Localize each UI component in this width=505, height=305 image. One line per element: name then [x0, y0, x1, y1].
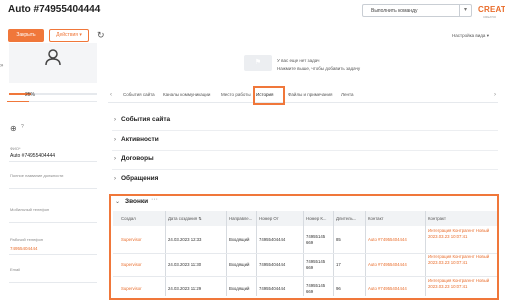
field-label-fio: ФИО*	[10, 146, 21, 151]
chevron-right-icon: ›	[114, 117, 116, 123]
cell-duration: 96	[336, 286, 341, 291]
column-header[interactable]: Контакт	[368, 216, 383, 221]
field-divider	[9, 161, 97, 162]
chevron-down-icon: ▾	[79, 32, 82, 38]
cell-created-by[interactable]: Supervisor	[121, 286, 142, 292]
command-placeholder: Выполнить команду	[371, 8, 418, 14]
chevron-down-icon: ⌄	[115, 199, 121, 205]
calls-title: Звонки	[125, 198, 149, 205]
page-title: Auto #74955404444	[8, 4, 101, 15]
field-divider	[9, 222, 97, 223]
avatar-icon	[45, 49, 61, 66]
column-header[interactable]: Длитель...	[336, 216, 356, 221]
detail-tabs: События сайта Каналы коммуникации Место …	[108, 89, 498, 103]
chevron-right-icon: ›	[114, 176, 116, 182]
view-settings-button[interactable]: Настройка вида ▾	[452, 33, 489, 39]
cell-contact[interactable]: Auto #74955404444	[368, 262, 407, 268]
command-input[interactable]: Выполнить команду ▾	[362, 4, 472, 17]
section-divider	[112, 150, 498, 151]
tab-site-events[interactable]: События сайта	[123, 92, 155, 97]
section-site-events[interactable]: › События сайта	[114, 116, 170, 123]
column-header[interactable]: Контракт	[428, 216, 446, 221]
tab-workplace[interactable]: Место работы	[221, 92, 251, 97]
cell-from: 74955404444	[259, 237, 286, 242]
cell-duration: 85	[336, 237, 341, 242]
expand-arrows-icon[interactable]: »	[0, 63, 3, 69]
cell-duration: 17	[336, 262, 341, 267]
column-header[interactable]: Номер К...	[306, 216, 327, 221]
tasks-empty-line2: Нажмите выше, чтобы добавить задачу	[277, 66, 361, 71]
section-contracts[interactable]: › Договоры	[114, 155, 154, 162]
chevron-right-icon: ›	[114, 137, 116, 143]
close-button[interactable]: Закрыть	[8, 29, 44, 42]
chevron-right-icon[interactable]: ›	[494, 92, 496, 98]
field-label-mobile: Мобильный телефон	[10, 207, 50, 212]
section-site-events-label: События сайта	[121, 116, 171, 123]
section-cases-label: Обращения	[121, 175, 159, 182]
chevron-left-icon[interactable]: ‹	[110, 92, 112, 98]
tab-files-notes[interactable]: Файлы и примечания	[288, 92, 333, 97]
field-label-position: Полное название должности	[10, 173, 64, 178]
section-activities[interactable]: › Активности	[114, 136, 159, 143]
cell-to: 74955145 669	[306, 234, 326, 245]
tasks-empty-line1: У вас еще нет задач	[277, 58, 320, 63]
tab-history-highlight	[253, 86, 285, 105]
chevron-down-icon: ▾	[486, 33, 489, 38]
section-divider	[112, 169, 498, 170]
cell-direction: Входящий	[229, 262, 250, 267]
sort-icon: ⇅	[198, 216, 202, 221]
globe-question: ?	[21, 124, 24, 130]
logo: CREATIO	[478, 5, 505, 14]
flag-icon: ⚑	[244, 55, 272, 71]
field-label-email: Email	[10, 267, 21, 272]
cell-contract[interactable]: Интеграция Контрагент Новый 2023.03.23 1…	[428, 254, 494, 266]
more-icon[interactable]: ···	[151, 196, 158, 203]
section-cases[interactable]: › Обращения	[114, 175, 158, 182]
cell-date: 24.03.2023 11:30	[168, 262, 202, 267]
cell-created-by[interactable]: Supervisor	[121, 262, 142, 268]
cell-contract[interactable]: Интеграция Контрагент Новый 2023.03.23 1…	[428, 278, 494, 290]
cell-contact[interactable]: Auto #74955404444	[368, 286, 407, 292]
row-divider	[113, 276, 497, 277]
globe-icon[interactable]: ⊕	[10, 124, 17, 133]
cell-from: 74955404444	[259, 286, 286, 291]
tab-communication-channels[interactable]: Каналы коммуникации	[163, 92, 210, 97]
side-tab-active-indicator	[7, 101, 29, 102]
chevron-right-icon: ›	[114, 156, 116, 162]
cell-contact[interactable]: Auto #74955404444	[368, 237, 407, 243]
column-header-label: Дата создания	[168, 216, 198, 221]
tab-feed[interactable]: Лента	[341, 92, 353, 97]
cell-to: 74955145 669	[306, 259, 326, 270]
chevron-down-icon[interactable]: ▾	[459, 5, 471, 16]
profile-progress-text: 25%	[25, 92, 36, 98]
logo-sub: CREATIO	[483, 15, 497, 19]
tasks-empty-text: У вас еще нет задач Нажмите выше, чтобы …	[277, 57, 360, 73]
cell-created-by[interactable]: Supervisor	[121, 237, 142, 243]
actions-button[interactable]: Действия ▾	[49, 29, 89, 42]
field-value-fio[interactable]: Auto #74955404444	[10, 153, 55, 159]
cell-date: 24.03.2023 11:29	[168, 286, 202, 291]
section-calls[interactable]: ⌄ Звонки	[115, 198, 148, 205]
field-divider	[9, 254, 97, 255]
section-activities-label: Активности	[121, 136, 159, 143]
field-divider	[9, 282, 97, 283]
cell-contract[interactable]: Интеграция Контрагент Новый 2023.03.23 1…	[428, 228, 494, 240]
column-header[interactable]: Направле...	[229, 216, 252, 221]
view-settings-label: Настройка вида	[452, 33, 486, 38]
refresh-icon[interactable]: ↻	[97, 30, 107, 40]
section-contracts-label: Договоры	[121, 155, 154, 162]
cell-from: 74955404444	[259, 262, 286, 267]
section-divider	[112, 130, 498, 131]
column-header[interactable]: Номер От	[259, 216, 279, 221]
field-divider	[9, 188, 97, 189]
cell-direction: Входящий	[229, 286, 250, 291]
actions-label: Действия	[56, 32, 78, 38]
cell-to: 74955145 669	[306, 283, 326, 294]
column-header[interactable]: Создал	[121, 216, 136, 221]
field-value-work-phone[interactable]: 74955404444	[10, 246, 38, 251]
column-header[interactable]: Дата создания ⇅	[168, 216, 202, 221]
cell-direction: Входящий	[229, 237, 250, 242]
field-label-work-phone: Рабочий телефон	[10, 237, 44, 242]
cell-date: 24.03.2023 12:33	[168, 237, 202, 242]
